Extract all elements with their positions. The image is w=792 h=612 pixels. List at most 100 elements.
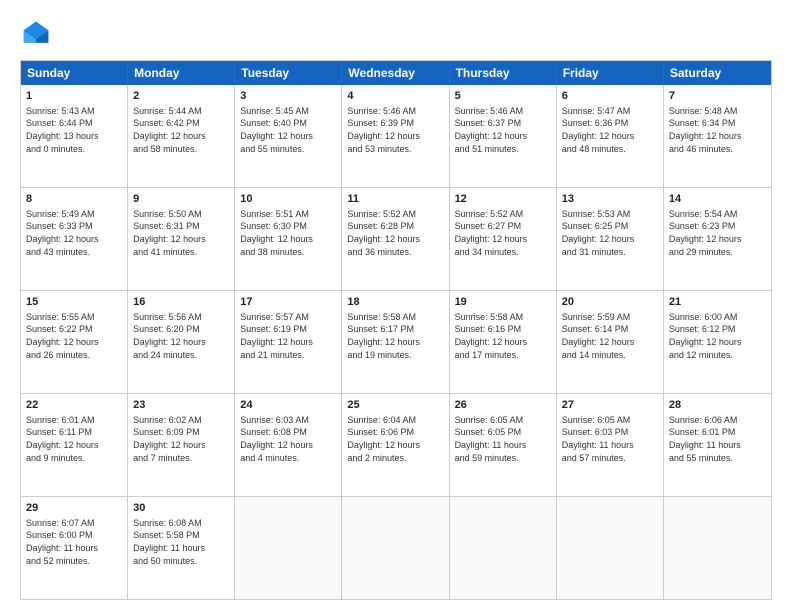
day-number: 1 — [26, 89, 122, 104]
cell-text: and 2 minutes. — [347, 452, 443, 465]
cell-text: Daylight: 11 hours — [26, 542, 122, 555]
calendar-cell: 17Sunrise: 5:57 AMSunset: 6:19 PMDayligh… — [235, 291, 342, 393]
calendar-cell: 2Sunrise: 5:44 AMSunset: 6:42 PMDaylight… — [128, 85, 235, 187]
cell-text: Sunset: 6:40 PM — [240, 117, 336, 130]
cell-text: and 26 minutes. — [26, 349, 122, 362]
cell-text: and 55 minutes. — [240, 143, 336, 156]
cell-text: Sunset: 6:42 PM — [133, 117, 229, 130]
cell-text: Sunset: 6:27 PM — [455, 220, 551, 233]
day-number: 7 — [669, 89, 766, 104]
day-number: 23 — [133, 398, 229, 413]
cell-text: and 46 minutes. — [669, 143, 766, 156]
calendar-cell: 13Sunrise: 5:53 AMSunset: 6:25 PMDayligh… — [557, 188, 664, 290]
day-number: 11 — [347, 192, 443, 207]
cell-text: and 14 minutes. — [562, 349, 658, 362]
calendar-cell: 24Sunrise: 6:03 AMSunset: 6:08 PMDayligh… — [235, 394, 342, 496]
cell-text: Sunrise: 5:58 AM — [455, 311, 551, 324]
cell-text: Sunrise: 5:50 AM — [133, 208, 229, 221]
calendar-row: 29Sunrise: 6:07 AMSunset: 6:00 PMDayligh… — [21, 496, 771, 599]
cell-text: Sunrise: 5:58 AM — [347, 311, 443, 324]
cell-text: Daylight: 12 hours — [133, 336, 229, 349]
cell-text: Daylight: 12 hours — [133, 439, 229, 452]
weekday-header: Thursday — [450, 61, 557, 85]
day-number: 5 — [455, 89, 551, 104]
cell-text: Sunrise: 5:53 AM — [562, 208, 658, 221]
calendar-cell: 19Sunrise: 5:58 AMSunset: 6:16 PMDayligh… — [450, 291, 557, 393]
calendar-cell: 16Sunrise: 5:56 AMSunset: 6:20 PMDayligh… — [128, 291, 235, 393]
day-number: 19 — [455, 295, 551, 310]
day-number: 28 — [669, 398, 766, 413]
cell-text: Sunset: 6:03 PM — [562, 426, 658, 439]
calendar-cell: 1Sunrise: 5:43 AMSunset: 6:44 PMDaylight… — [21, 85, 128, 187]
cell-text: Sunset: 6:09 PM — [133, 426, 229, 439]
cell-text: Sunrise: 5:46 AM — [455, 105, 551, 118]
cell-text: Daylight: 13 hours — [26, 130, 122, 143]
cell-text: Sunrise: 6:02 AM — [133, 414, 229, 427]
cell-text: Daylight: 12 hours — [133, 130, 229, 143]
calendar-row: 1Sunrise: 5:43 AMSunset: 6:44 PMDaylight… — [21, 85, 771, 187]
calendar-row: 22Sunrise: 6:01 AMSunset: 6:11 PMDayligh… — [21, 393, 771, 496]
cell-text: Sunrise: 5:44 AM — [133, 105, 229, 118]
cell-text: Sunset: 6:17 PM — [347, 323, 443, 336]
cell-text: and 31 minutes. — [562, 246, 658, 259]
cell-text: Sunrise: 5:52 AM — [455, 208, 551, 221]
day-number: 30 — [133, 501, 229, 516]
calendar-cell — [664, 497, 771, 599]
calendar-cell — [342, 497, 449, 599]
cell-text: and 36 minutes. — [347, 246, 443, 259]
cell-text: Sunset: 6:00 PM — [26, 529, 122, 542]
cell-text: Sunset: 6:06 PM — [347, 426, 443, 439]
cell-text: Sunset: 6:30 PM — [240, 220, 336, 233]
calendar-cell: 9Sunrise: 5:50 AMSunset: 6:31 PMDaylight… — [128, 188, 235, 290]
cell-text: Sunrise: 5:59 AM — [562, 311, 658, 324]
day-number: 17 — [240, 295, 336, 310]
cell-text: Daylight: 12 hours — [26, 233, 122, 246]
weekday-header: Sunday — [21, 61, 128, 85]
calendar-cell: 15Sunrise: 5:55 AMSunset: 6:22 PMDayligh… — [21, 291, 128, 393]
cell-text: Sunrise: 6:08 AM — [133, 517, 229, 530]
cell-text: Daylight: 12 hours — [347, 336, 443, 349]
calendar-cell — [235, 497, 342, 599]
day-number: 16 — [133, 295, 229, 310]
page: SundayMondayTuesdayWednesdayThursdayFrid… — [0, 0, 792, 612]
weekday-header: Monday — [128, 61, 235, 85]
calendar-cell: 11Sunrise: 5:52 AMSunset: 6:28 PMDayligh… — [342, 188, 449, 290]
cell-text: Daylight: 12 hours — [669, 233, 766, 246]
calendar-cell: 23Sunrise: 6:02 AMSunset: 6:09 PMDayligh… — [128, 394, 235, 496]
cell-text: and 38 minutes. — [240, 246, 336, 259]
weekday-header: Tuesday — [235, 61, 342, 85]
day-number: 22 — [26, 398, 122, 413]
cell-text: Sunrise: 6:06 AM — [669, 414, 766, 427]
cell-text: Sunrise: 6:07 AM — [26, 517, 122, 530]
cell-text: Sunrise: 6:04 AM — [347, 414, 443, 427]
cell-text: and 41 minutes. — [133, 246, 229, 259]
cell-text: Sunset: 6:19 PM — [240, 323, 336, 336]
calendar-cell: 21Sunrise: 6:00 AMSunset: 6:12 PMDayligh… — [664, 291, 771, 393]
day-number: 26 — [455, 398, 551, 413]
cell-text: Daylight: 12 hours — [562, 130, 658, 143]
calendar-cell: 22Sunrise: 6:01 AMSunset: 6:11 PMDayligh… — [21, 394, 128, 496]
calendar-cell: 25Sunrise: 6:04 AMSunset: 6:06 PMDayligh… — [342, 394, 449, 496]
cell-text: Sunset: 6:14 PM — [562, 323, 658, 336]
day-number: 3 — [240, 89, 336, 104]
cell-text: and 9 minutes. — [26, 452, 122, 465]
calendar-row: 15Sunrise: 5:55 AMSunset: 6:22 PMDayligh… — [21, 290, 771, 393]
cell-text: Daylight: 12 hours — [455, 336, 551, 349]
cell-text: and 12 minutes. — [669, 349, 766, 362]
cell-text: Sunrise: 5:52 AM — [347, 208, 443, 221]
calendar-body: 1Sunrise: 5:43 AMSunset: 6:44 PMDaylight… — [21, 85, 771, 599]
cell-text: Sunset: 6:20 PM — [133, 323, 229, 336]
day-number: 29 — [26, 501, 122, 516]
day-number: 8 — [26, 192, 122, 207]
cell-text: Sunrise: 5:49 AM — [26, 208, 122, 221]
cell-text: Daylight: 12 hours — [133, 233, 229, 246]
day-number: 21 — [669, 295, 766, 310]
weekday-header: Friday — [557, 61, 664, 85]
cell-text: Daylight: 11 hours — [669, 439, 766, 452]
day-number: 9 — [133, 192, 229, 207]
cell-text: Sunset: 6:36 PM — [562, 117, 658, 130]
logo — [20, 18, 56, 50]
cell-text: Sunset: 6:34 PM — [669, 117, 766, 130]
cell-text: Sunset: 6:12 PM — [669, 323, 766, 336]
cell-text: Sunrise: 5:48 AM — [669, 105, 766, 118]
